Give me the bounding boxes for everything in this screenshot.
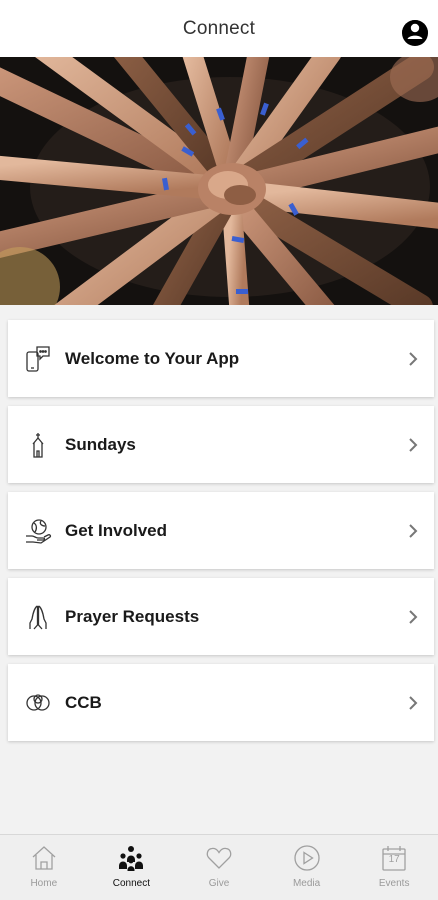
tab-label: Events bbox=[378, 878, 410, 889]
tab-give[interactable]: Give bbox=[175, 835, 263, 900]
bottom-tab-bar: Home Connect Give Media 17 Events bbox=[0, 834, 438, 900]
chevron-right-icon bbox=[409, 352, 418, 366]
list-item-label: Sundays bbox=[65, 434, 136, 454]
tab-events[interactable]: 17 Events bbox=[350, 835, 438, 900]
tab-label: Connect bbox=[112, 878, 151, 889]
tab-home[interactable]: Home bbox=[0, 835, 88, 900]
list-item-label: Get Involved bbox=[65, 520, 168, 540]
list-item-sundays[interactable]: Sundays bbox=[8, 406, 434, 483]
tab-media[interactable]: Media bbox=[263, 835, 351, 900]
calendar-icon: 17 bbox=[379, 843, 409, 873]
tab-label: Home bbox=[30, 878, 58, 889]
top-header: Connect bbox=[0, 0, 438, 57]
tab-label: Media bbox=[292, 878, 321, 889]
praying-hands-icon bbox=[23, 602, 53, 632]
user-icon bbox=[402, 20, 428, 46]
phone-chat-icon bbox=[23, 344, 53, 374]
tab-label: Give bbox=[208, 878, 230, 889]
hero-image bbox=[0, 57, 438, 305]
heart-icon bbox=[204, 843, 234, 873]
globe-hand-icon bbox=[23, 516, 53, 546]
people-icon bbox=[116, 843, 146, 873]
calendar-day: 17 bbox=[388, 854, 400, 865]
chevron-right-icon bbox=[409, 524, 418, 538]
chevron-right-icon bbox=[409, 438, 418, 452]
list-item-welcome[interactable]: Welcome to Your App bbox=[8, 320, 434, 397]
list-item-label: Welcome to Your App bbox=[65, 348, 240, 368]
home-icon bbox=[29, 843, 59, 873]
tab-connect[interactable]: Connect bbox=[88, 835, 176, 900]
church-icon bbox=[23, 430, 53, 460]
list-item-get-involved[interactable]: Get Involved bbox=[8, 492, 434, 569]
profile-button[interactable] bbox=[402, 20, 428, 46]
list-item-label: Prayer Requests bbox=[65, 606, 200, 626]
list-item-prayer-requests[interactable]: Prayer Requests bbox=[8, 578, 434, 655]
page-title: Connect bbox=[182, 17, 256, 39]
chevron-right-icon bbox=[409, 696, 418, 710]
circles-icon bbox=[23, 688, 53, 718]
list-item-label: CCB bbox=[65, 692, 102, 712]
menu-list: Welcome to Your App Sundays Get Involved… bbox=[8, 320, 434, 750]
chevron-right-icon bbox=[409, 610, 418, 624]
list-item-ccb[interactable]: CCB bbox=[8, 664, 434, 741]
play-icon bbox=[292, 843, 322, 873]
